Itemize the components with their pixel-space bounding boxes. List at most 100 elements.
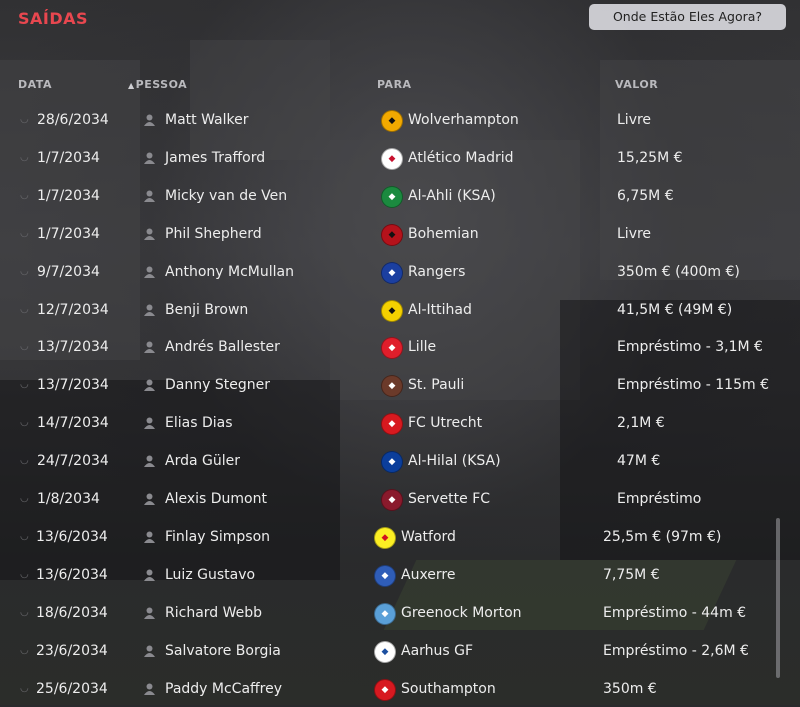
club-name-link[interactable]: Aarhus GF xyxy=(401,633,473,669)
person-icon xyxy=(144,455,155,468)
club-crest-icon: ◆ xyxy=(374,564,396,587)
club-name-link[interactable]: Lille xyxy=(408,329,436,365)
player-name-link[interactable]: Danny Stegner xyxy=(165,367,270,403)
table-row[interactable]: ◡ 1/7/2034 Phil Shepherd ◆ Bohemian Livre xyxy=(0,216,770,252)
row-status-icon: ◡ xyxy=(20,379,29,391)
row-status-icon: ◡ xyxy=(20,189,29,201)
scrollbar[interactable] xyxy=(776,518,780,678)
person-icon xyxy=(144,114,155,126)
transfer-date: 13/6/2034 xyxy=(36,566,108,583)
transfer-date: 13/7/2034 xyxy=(37,339,109,356)
row-status-icon: ◡ xyxy=(20,493,29,504)
club-name-link[interactable]: Bohemian xyxy=(408,216,479,252)
club-crest-icon: ◆ xyxy=(381,413,403,436)
club-crest-icon: ◆ xyxy=(381,185,403,208)
transfer-date: 1/7/2034 xyxy=(37,187,100,204)
player-name-link[interactable]: Elias Dias xyxy=(165,405,233,441)
player-name-link[interactable]: Luiz Gustavo xyxy=(165,557,255,593)
sort-ascending-icon: ▲ xyxy=(128,81,135,90)
player-name-link[interactable]: Alexis Dumont xyxy=(165,481,267,517)
club-name-link[interactable]: Al-Hilal (KSA) xyxy=(408,443,501,479)
table-row[interactable]: ◡ 13/7/2034 Andrés Ballester ◆ Lille Emprésti… xyxy=(0,329,770,365)
club-crest-icon: ◆ xyxy=(381,337,403,360)
club-name-link[interactable]: Watford xyxy=(401,519,456,555)
club-crest-icon: ◆ xyxy=(381,375,403,398)
column-header-date[interactable]: DATA xyxy=(18,78,52,91)
person-icon xyxy=(144,341,155,354)
table-row[interactable]: ◡ 1/8/2034 Alexis Dumont ◆ Servette FC Emprés… xyxy=(0,481,770,517)
player-name-link[interactable]: Benji Brown xyxy=(165,292,248,328)
club-crest-icon: ◆ xyxy=(374,526,396,549)
club-name-link[interactable]: Greenock Morton xyxy=(401,595,522,631)
table-row[interactable]: ◡ 28/6/2034 Matt Walker ◆ Wolverhampton Livre xyxy=(0,102,770,138)
player-name-link[interactable]: James Trafford xyxy=(165,140,265,176)
transfer-date: 23/6/2034 xyxy=(36,642,108,659)
transfer-value: 47M € xyxy=(617,453,661,470)
transfer-date: 9/7/2034 xyxy=(37,263,100,280)
club-name-link[interactable]: Al-Ahli (KSA) xyxy=(408,178,496,214)
club-name-link[interactable]: Atlético Madrid xyxy=(408,140,514,176)
where-are-they-now-button[interactable]: Onde Estão Eles Agora? xyxy=(589,4,786,30)
player-name-link[interactable]: Phil Shepherd xyxy=(165,216,262,252)
club-name-link[interactable]: Wolverhampton xyxy=(408,102,519,138)
club-crest-icon: ◆ xyxy=(381,261,403,284)
table-row[interactable]: ◡ 23/6/2034 Salvatore Borgia ◆ Aarhus GF Empr… xyxy=(0,633,770,669)
club-crest-icon: ◆ xyxy=(381,223,403,246)
row-status-icon: ◡ xyxy=(20,341,29,353)
table-row[interactable]: ◡ 13/7/2034 Danny Stegner ◆ St. Pauli Emprést… xyxy=(0,367,770,403)
table-row[interactable]: ◡ 25/6/2034 Paddy McCaffrey ◆ Southampton 350… xyxy=(0,671,770,707)
row-status-icon: ◡ xyxy=(20,606,29,618)
club-name-link[interactable]: FC Utrecht xyxy=(408,405,482,441)
table-row[interactable]: ◡ 9/7/2034 Anthony McMullan ◆ Rangers 350m € … xyxy=(0,254,770,290)
transfer-date: 24/7/2034 xyxy=(37,453,109,470)
row-status-icon: ◡ xyxy=(20,265,29,277)
column-header-person[interactable]: ▲PESSOA xyxy=(128,78,187,91)
row-status-icon: ◡ xyxy=(20,682,29,694)
player-name-link[interactable]: Micky van de Ven xyxy=(165,178,287,214)
table-row[interactable]: ◡ 1/7/2034 Micky van de Ven ◆ Al-Ahli (KSA) 6… xyxy=(0,178,770,214)
player-name-link[interactable]: Anthony McMullan xyxy=(165,254,294,290)
person-icon xyxy=(144,304,155,316)
person-icon xyxy=(144,417,155,430)
transfer-date: 18/6/2034 xyxy=(36,604,108,621)
row-status-icon: ◡ xyxy=(20,303,29,315)
transfer-value: 6,75M € xyxy=(617,187,674,204)
player-name-link[interactable]: Andrés Ballester xyxy=(165,329,280,365)
table-row[interactable]: ◡ 18/6/2034 Richard Webb ◆ Greenock Morton Em… xyxy=(0,595,770,631)
player-name-link[interactable]: Finlay Simpson xyxy=(165,519,270,555)
person-icon xyxy=(144,607,155,619)
transfer-date: 12/7/2034 xyxy=(37,301,109,318)
club-name-link[interactable]: St. Pauli xyxy=(408,367,464,403)
row-status-icon: ◡ xyxy=(20,417,29,429)
person-icon xyxy=(144,531,155,543)
person-icon xyxy=(144,152,155,164)
person-icon xyxy=(144,569,155,581)
transfer-value: 41,5M € (49M €) xyxy=(617,301,733,318)
player-name-link[interactable]: Matt Walker xyxy=(165,102,248,138)
club-crest-icon: ◆ xyxy=(381,451,403,474)
club-name-link[interactable]: Al-Ittihad xyxy=(408,292,472,328)
column-header-to[interactable]: PARA xyxy=(377,78,412,91)
club-crest-icon: ◆ xyxy=(381,299,403,322)
player-name-link[interactable]: Arda Güler xyxy=(165,443,240,479)
table-row[interactable]: ◡ 12/7/2034 Benji Brown ◆ Al-Ittihad 41,5M € … xyxy=(0,292,770,328)
table-row[interactable]: ◡ 13/6/2034 Luiz Gustavo ◆ Auxerre 7,75M € xyxy=(0,557,770,593)
table-row[interactable]: ◡ 24/7/2034 Arda Güler ◆ Al-Hilal (KSA) 47M € xyxy=(0,443,770,479)
player-name-link[interactable]: Paddy McCaffrey xyxy=(165,671,282,707)
club-name-link[interactable]: Servette FC xyxy=(408,481,490,517)
table-row[interactable]: ◡ 14/7/2034 Elias Dias ◆ FC Utrecht 2,1M € xyxy=(0,405,770,441)
table-row[interactable]: ◡ 1/7/2034 James Trafford ◆ Atlético Madrid 1… xyxy=(0,140,770,176)
player-name-link[interactable]: Richard Webb xyxy=(165,595,262,631)
club-name-link[interactable]: Rangers xyxy=(408,254,465,290)
transfer-value: 7,75M € xyxy=(603,566,660,583)
player-name-link[interactable]: Salvatore Borgia xyxy=(165,633,281,669)
club-name-link[interactable]: Auxerre xyxy=(401,557,456,593)
club-crest-icon: ◆ xyxy=(381,489,403,511)
transfer-date: 13/6/2034 xyxy=(36,528,108,545)
club-name-link[interactable]: Southampton xyxy=(401,671,496,707)
column-header-value[interactable]: VALOR xyxy=(615,78,658,91)
transfer-date: 1/7/2034 xyxy=(37,225,100,242)
table-row[interactable]: ◡ 13/6/2034 Finlay Simpson ◆ Watford 25,5m € … xyxy=(0,519,770,555)
person-icon xyxy=(144,190,155,202)
row-status-icon: ◡ xyxy=(20,568,29,580)
